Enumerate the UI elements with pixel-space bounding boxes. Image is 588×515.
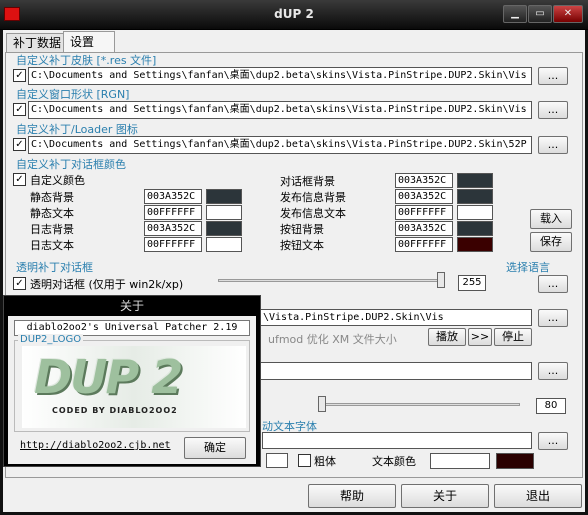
dup2-logo-text: DUP 2 [34,350,183,404]
minimize-button[interactable]: ▁ [503,5,527,23]
transparency-group-label: 透明补丁对话框 [16,261,93,274]
transparency-value[interactable]: 255 [458,275,486,291]
color-left-row-hex-input[interactable]: 00FFFFFF [144,237,202,252]
color-right-row-label: 对话框背景 [280,175,335,188]
bold-checkbox[interactable] [298,454,311,467]
color-left-row-swatch[interactable] [206,237,242,252]
help-button[interactable]: 帮助 [308,484,396,508]
title-bar[interactable]: dUP 2 ▁ ▭ ✕ [0,0,588,30]
about-dialog-title[interactable]: 关于 [4,296,260,316]
stop-button[interactable]: 停止 [494,328,532,346]
close-button[interactable]: ✕ [553,5,583,23]
music-path-input[interactable]: \Vista.PinStripe.DUP2.Skin\Vis [230,309,532,326]
load-button[interactable]: 载入 [530,209,572,229]
color-right-row-hex-input[interactable]: 003A352C [395,221,453,236]
maximize-button[interactable]: ▭ [528,5,552,23]
transparency-checkbox[interactable]: ✓ [13,277,26,290]
save-button[interactable]: 保存 [530,232,572,252]
skin-checkbox[interactable]: ✓ [13,69,26,82]
dup2-logo: DUP 2 CODED BY DIABLO2OO2 [22,346,246,428]
font-browse-button[interactable]: ... [538,432,568,450]
tab-patch-data[interactable]: 补丁数据 [6,33,69,53]
misc-slider-track[interactable] [318,403,520,406]
color-right-row-swatch[interactable] [457,237,493,252]
icon-group-label: 自定义补丁/Loader 图标 [16,123,138,136]
next-button[interactable]: >> [468,328,492,346]
about-button[interactable]: 关于 [401,484,489,508]
shape-browse-button[interactable]: ... [538,101,568,119]
about-url-link[interactable]: http://diablo2oo2.cjb.net [20,440,171,451]
text-color-swatch[interactable] [496,453,534,469]
color-left-row-hex-input[interactable]: 003A352C [144,189,202,204]
misc-browse-button[interactable]: ... [538,362,568,380]
text-color-input[interactable] [430,453,490,469]
color-left-row-swatch[interactable] [206,221,242,236]
color-right-row-label: 发布信息背景 [280,191,346,204]
language-group-label: 选择语言 [506,261,550,274]
color-right-row-swatch[interactable] [457,221,493,236]
transparency-slider-track[interactable] [218,279,444,282]
color-right-row-hex-input[interactable]: 003A352C [395,189,453,204]
shape-path-input[interactable]: C:\Documents and Settings\fanfan\桌面\dup2… [28,101,532,119]
music-optimize-label: ufmod 优化 XM 文件大小 [268,333,397,346]
misc-slider-value[interactable]: 80 [536,398,566,414]
text-color-label: 文本颜色 [372,455,416,468]
color-left-row-label: 日志文本 [30,239,74,252]
color-left-row-label: 静态文本 [30,207,74,220]
about-ok-button[interactable]: 确定 [184,437,246,459]
color-right-row-label: 按钮文本 [280,239,324,252]
color-right-row-swatch[interactable] [457,189,493,204]
transparency-slider-thumb[interactable] [437,272,445,288]
skin-browse-button[interactable]: ... [538,67,568,85]
icon-checkbox[interactable]: ✓ [13,138,26,151]
about-dialog: 关于 diablo2oo2's Universal Patcher 2.19 D… [3,295,261,467]
colors-group-label: 自定义补丁对话框颜色 [16,158,126,171]
color-left-row-swatch[interactable] [206,189,242,204]
color-right-row-label: 发布信息文本 [280,207,346,220]
color-right-row-hex-input[interactable]: 00FFFFFF [395,205,453,220]
icon-path-input[interactable]: C:\Documents and Settings\fanfan\桌面\dup2… [28,136,532,154]
font-size-input[interactable] [266,453,288,468]
about-dialog-body: diablo2oo2's Universal Patcher 2.19 DUP2… [8,316,256,464]
color-left-row-hex-input[interactable]: 003A352C [144,221,202,236]
skin-group-label: 自定义补丁皮肤 [*.res 文件] [16,54,157,67]
color-right-row-swatch[interactable] [457,205,493,220]
color-right-row-hex-input[interactable]: 003A352C [395,173,453,188]
color-left-row-label: 日志背景 [30,223,74,236]
coded-by-text: CODED BY DIABLO2OO2 [52,406,178,415]
misc-slider-thumb[interactable] [318,396,326,412]
shape-checkbox[interactable]: ✓ [13,103,26,116]
font-input[interactable] [262,432,532,449]
window-title: dUP 2 [274,7,314,21]
custom-color-checkbox[interactable]: ✓ [13,173,26,186]
color-left-row-hex-input[interactable]: 00FFFFFF [144,205,202,220]
skin-path-input[interactable]: C:\Documents and Settings\fanfan\桌面\dup2… [28,67,532,85]
transparency-label: 透明对话框 (仅用于 win2k/xp) [30,278,184,291]
shape-group-label: 自定义窗口形状 [RGN] [16,88,130,101]
color-right-row-label: 按钮背景 [280,223,324,236]
custom-color-label: 自定义颜色 [30,174,85,187]
misc-path-input[interactable] [230,362,532,380]
exit-button[interactable]: 退出 [494,484,582,508]
color-left-row-swatch[interactable] [206,205,242,220]
color-right-row-swatch[interactable] [457,173,493,188]
color-left-row-label: 静态背景 [30,191,74,204]
music-browse-button[interactable]: ... [538,309,568,327]
bold-label: 粗体 [314,455,336,468]
icon-browse-button[interactable]: ... [538,136,568,154]
color-right-row-hex-input[interactable]: 00FFFFFF [395,237,453,252]
play-button[interactable]: 播放 [428,328,466,346]
language-browse-button[interactable]: ... [538,275,568,293]
tab-settings[interactable]: 设置 [63,31,115,53]
logo-frame-label: DUP2_LOGO [18,334,84,345]
